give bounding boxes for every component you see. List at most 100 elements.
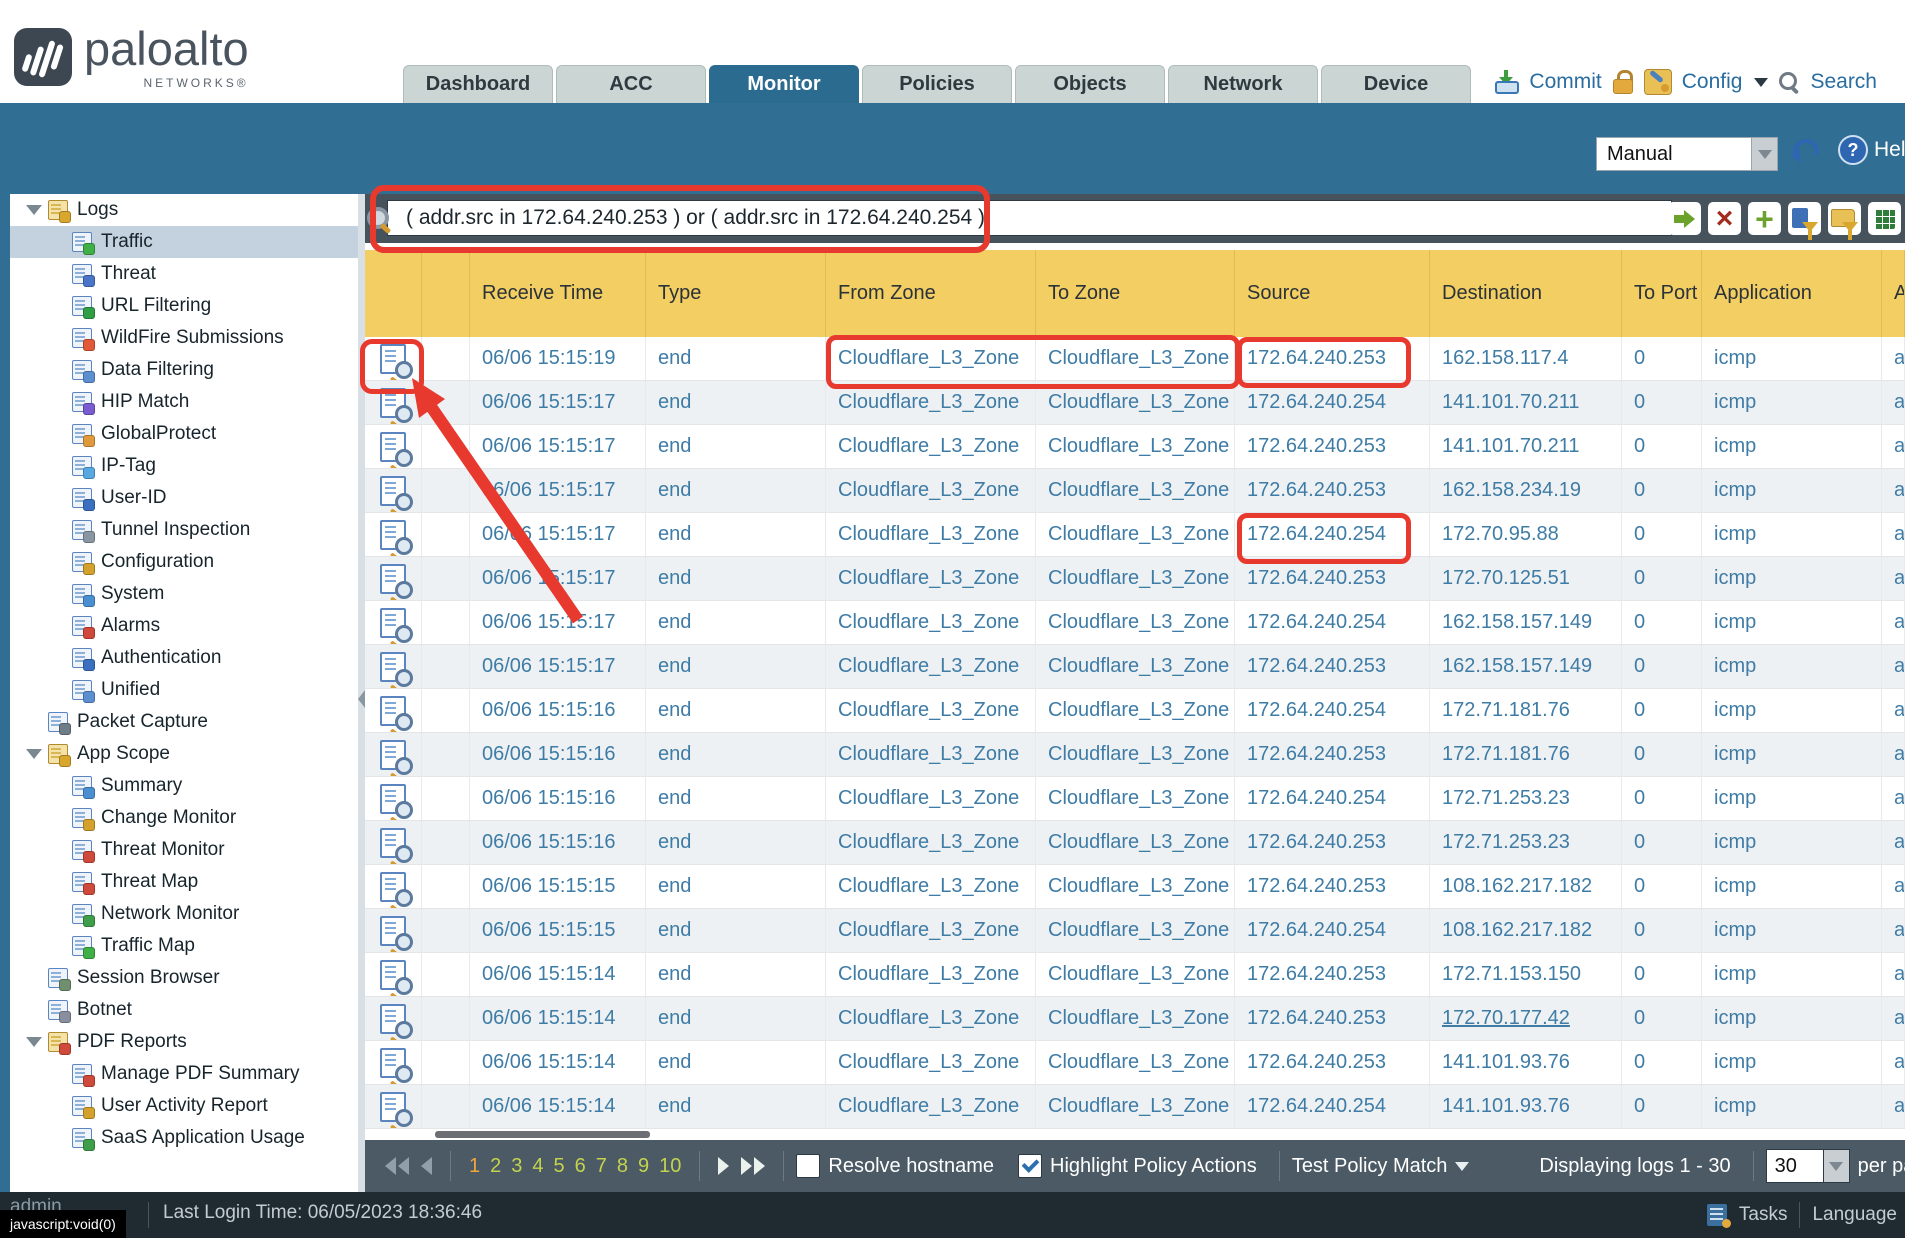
log-row-cell-dst[interactable]: 172.70.95.88 <box>1430 513 1622 557</box>
page-number-2[interactable]: 2 <box>490 1155 501 1178</box>
log-row-cell-time[interactable]: 06/06 15:15:17 <box>470 601 646 645</box>
column-header-receive-time[interactable]: Receive Time <box>470 250 646 337</box>
column-header-source[interactable]: Source <box>1235 250 1430 337</box>
sidebar-item-tunnel-inspection[interactable]: Tunnel Inspection <box>10 514 358 546</box>
log-row-cell-time[interactable]: 06/06 15:15:17 <box>470 645 646 689</box>
log-row-cell-to[interactable]: Cloudflare_L3_Zone <box>1036 821 1235 865</box>
log-row-cell-type[interactable]: end <box>646 953 826 997</box>
sidebar-item-alarms[interactable]: Alarms <box>10 610 358 642</box>
tab-acc[interactable]: ACC <box>556 65 706 103</box>
log-row-cell-port[interactable]: 0 <box>1622 821 1702 865</box>
log-detail-magnifier-icon[interactable] <box>380 1004 406 1034</box>
log-row-cell-action[interactable]: al <box>1882 513 1905 557</box>
log-row-cell-time[interactable]: 06/06 15:15:16 <box>470 777 646 821</box>
log-row-cell-from[interactable]: Cloudflare_L3_Zone <box>826 821 1036 865</box>
log-row-cell-from[interactable]: Cloudflare_L3_Zone <box>826 557 1036 601</box>
last-page-button[interactable] <box>735 1157 771 1175</box>
sidebar-item-threat-map[interactable]: Threat Map <box>10 866 358 898</box>
log-row-cell-from[interactable]: Cloudflare_L3_Zone <box>826 513 1036 557</box>
log-row-cell-port[interactable]: 0 <box>1622 645 1702 689</box>
first-page-button[interactable] <box>379 1157 415 1175</box>
apply-filter-icon[interactable] <box>1668 202 1701 235</box>
log-row-cell-app[interactable]: icmp <box>1702 425 1882 469</box>
log-row-cell-time[interactable]: 06/06 15:15:14 <box>470 953 646 997</box>
log-row-cell-src[interactable]: 172.64.240.254 <box>1235 1085 1430 1129</box>
log-row-cell-type[interactable]: end <box>646 645 826 689</box>
log-detail-magnifier-icon[interactable] <box>380 916 406 946</box>
log-row-cell-port[interactable]: 0 <box>1622 1085 1702 1129</box>
log-row-cell-dst[interactable]: 162.158.117.4 <box>1430 337 1622 381</box>
sidebar-item-manage-pdf-summary[interactable]: Manage PDF Summary <box>10 1058 358 1090</box>
expand-collapse-icon[interactable] <box>26 205 42 215</box>
log-row-cell-dst[interactable]: 108.162.217.182 <box>1430 865 1622 909</box>
log-row-cell-from[interactable]: Cloudflare_L3_Zone <box>826 645 1036 689</box>
highlight-policy-actions-checkbox[interactable] <box>1018 1154 1042 1178</box>
help-button[interactable]: ? Help <box>1838 135 1905 165</box>
log-row-cell-port[interactable]: 0 <box>1622 777 1702 821</box>
log-row-cell-time[interactable]: 06/06 15:15:16 <box>470 821 646 865</box>
log-detail-magnifier-icon[interactable] <box>380 388 406 418</box>
sidebar-item-url-filtering[interactable]: URL Filtering <box>10 290 358 322</box>
log-row-cell-from[interactable]: Cloudflare_L3_Zone <box>826 425 1036 469</box>
log-row-cell-to[interactable]: Cloudflare_L3_Zone <box>1036 601 1235 645</box>
log-row-cell-app[interactable]: icmp <box>1702 821 1882 865</box>
log-row-cell-time[interactable]: 06/06 15:15:16 <box>470 689 646 733</box>
log-detail-magnifier-icon[interactable] <box>380 476 406 506</box>
load-filter-icon[interactable] <box>1828 202 1861 235</box>
log-detail-magnifier-icon[interactable] <box>380 960 406 990</box>
log-row-cell-port[interactable]: 0 <box>1622 513 1702 557</box>
log-row-cell-dst[interactable]: 172.71.153.150 <box>1430 953 1622 997</box>
log-row-cell-from[interactable]: Cloudflare_L3_Zone <box>826 997 1036 1041</box>
log-row-cell-app[interactable]: icmp <box>1702 645 1882 689</box>
log-row-cell-to[interactable]: Cloudflare_L3_Zone <box>1036 733 1235 777</box>
log-row-cell-port[interactable]: 0 <box>1622 689 1702 733</box>
sidebar-item-logs[interactable]: Logs <box>10 194 358 226</box>
log-row-cell-src[interactable]: 172.64.240.254 <box>1235 777 1430 821</box>
sidebar-item-session-browser[interactable]: Session Browser <box>10 962 358 994</box>
log-row-cell-to[interactable]: Cloudflare_L3_Zone <box>1036 425 1235 469</box>
log-row-cell-app[interactable]: icmp <box>1702 557 1882 601</box>
log-row-cell-time[interactable]: 06/06 15:15:16 <box>470 733 646 777</box>
log-row-cell-action[interactable]: al <box>1882 1085 1905 1129</box>
test-policy-match-button[interactable]: Test Policy Match <box>1292 1155 1470 1178</box>
expand-collapse-icon[interactable] <box>26 749 42 759</box>
column-header-destination[interactable]: Destination <box>1430 250 1622 337</box>
log-row-cell-action[interactable]: al <box>1882 909 1905 953</box>
expand-collapse-icon[interactable] <box>26 1037 42 1047</box>
page-number-8[interactable]: 8 <box>617 1155 628 1178</box>
log-row-cell-src[interactable]: 172.64.240.254 <box>1235 689 1430 733</box>
log-row-cell-dst[interactable]: 172.71.181.76 <box>1430 689 1622 733</box>
tab-network[interactable]: Network <box>1168 65 1318 103</box>
log-row-cell-src[interactable]: 172.64.240.253 <box>1235 821 1430 865</box>
log-row-cell-src[interactable]: 172.64.240.254 <box>1235 513 1430 557</box>
log-row-cell-src[interactable]: 172.64.240.253 <box>1235 645 1430 689</box>
column-header-application[interactable]: Application <box>1702 250 1882 337</box>
page-number-3[interactable]: 3 <box>511 1155 522 1178</box>
log-row-cell-from[interactable]: Cloudflare_L3_Zone <box>826 909 1036 953</box>
log-detail-magnifier-icon[interactable] <box>380 872 406 902</box>
log-row-cell-src[interactable]: 172.64.240.254 <box>1235 909 1430 953</box>
log-row-cell-action[interactable]: al <box>1882 689 1905 733</box>
log-row-cell-dst[interactable]: 141.101.93.76 <box>1430 1041 1622 1085</box>
log-row-cell-to[interactable]: Cloudflare_L3_Zone <box>1036 777 1235 821</box>
log-row-cell-time[interactable]: 06/06 15:15:14 <box>470 1041 646 1085</box>
log-detail-magnifier-icon[interactable] <box>380 344 406 374</box>
log-row-cell-dst[interactable]: 141.101.70.211 <box>1430 425 1622 469</box>
lock-icon[interactable] <box>1612 70 1634 94</box>
sidebar-item-globalprotect[interactable]: GlobalProtect <box>10 418 358 450</box>
log-detail-magnifier-icon[interactable] <box>380 784 406 814</box>
log-row-cell-time[interactable]: 06/06 15:15:19 <box>470 337 646 381</box>
page-number-10[interactable]: 10 <box>659 1155 681 1178</box>
sidebar-item-app-scope[interactable]: App Scope <box>10 738 358 770</box>
log-row-cell-src[interactable]: 172.64.240.253 <box>1235 337 1430 381</box>
sidebar-item-threat[interactable]: Threat <box>10 258 358 290</box>
log-row-cell-type[interactable]: end <box>646 557 826 601</box>
per-page-select[interactable]: 30 <box>1766 1149 1850 1183</box>
log-row-cell-action[interactable]: al <box>1882 777 1905 821</box>
log-row-cell-dst[interactable]: 172.71.253.23 <box>1430 777 1622 821</box>
sidebar-item-change-monitor[interactable]: Change Monitor <box>10 802 358 834</box>
tab-device[interactable]: Device <box>1321 65 1471 103</box>
log-detail-magnifier-icon[interactable] <box>380 696 406 726</box>
search-button[interactable]: Search <box>1810 70 1877 94</box>
log-row-cell-port[interactable]: 0 <box>1622 337 1702 381</box>
